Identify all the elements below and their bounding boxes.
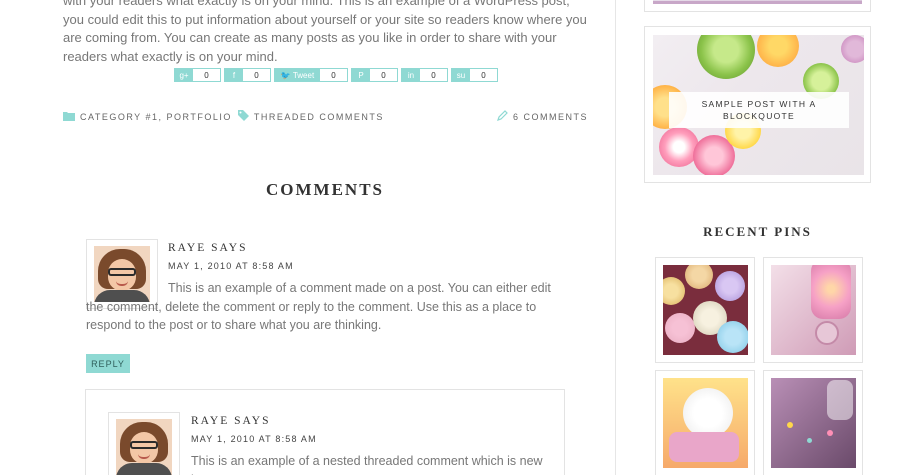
googleplus-icon: g+ <box>175 69 193 81</box>
nested-comment-author: RAYE SAYS <box>191 415 271 427</box>
stumbleupon-count: 0 <box>470 69 497 81</box>
post-body-text: with your readers what exactly is on you… <box>63 0 587 64</box>
comment-author: RAYE SAYS <box>168 242 248 254</box>
pin-thumbnail-2[interactable] <box>763 257 863 363</box>
pinterest-icon: P <box>352 69 370 81</box>
nested-comment-avatar <box>108 412 180 475</box>
pin-thumbnail-3[interactable] <box>655 370 755 475</box>
pin-image-2 <box>771 265 856 355</box>
comments-count: 6 COMMENTS <box>512 112 588 122</box>
post-tags[interactable]: THREADED COMMENTS <box>254 112 384 122</box>
pin-thumbnail-4[interactable] <box>763 370 863 475</box>
stumbleupon-share-button[interactable]: su 0 <box>451 68 498 82</box>
avatar-image <box>116 419 172 475</box>
pin-image-4 <box>771 378 856 468</box>
featured-post-title[interactable]: SAMPLE POST WITH A BLOCKQUOTE <box>669 92 849 128</box>
googleplus-share-button[interactable]: g+ 0 <box>174 68 221 82</box>
stumbleupon-icon: su <box>452 69 470 81</box>
column-divider <box>615 0 616 475</box>
featured-post-image: SAMPLE POST WITH A BLOCKQUOTE <box>653 35 864 175</box>
twitter-share-button[interactable]: 🐦 Tweet 0 <box>274 68 348 82</box>
nested-comment-text: This is an example of a nested threaded … <box>191 454 543 475</box>
recent-pins-heading: RECENT PINS <box>703 224 812 239</box>
comment-text: This is an example of a comment made on … <box>86 281 551 332</box>
post-categories[interactable]: CATEGORY #1, PORTFOLIO <box>80 112 232 122</box>
tag-icon <box>237 110 249 124</box>
nested-comment-date[interactable]: MAY 1, 2010 AT 8:58 AM <box>191 434 317 444</box>
twitter-count: 0 <box>320 69 347 81</box>
share-bar: g+ 0 f 0 🐦 Tweet 0 P 0 in 0 su 0 <box>174 68 498 82</box>
sidebar-featured-post[interactable]: SAMPLE POST WITH A BLOCKQUOTE <box>644 26 871 183</box>
comments-link[interactable]: 6 COMMENTS <box>497 110 588 124</box>
pinterest-share-button[interactable]: P 0 <box>351 68 398 82</box>
facebook-share-button[interactable]: f 0 <box>224 68 271 82</box>
sidebar-post-thumbnail[interactable] <box>644 0 871 12</box>
post-meta: CATEGORY #1, PORTFOLIO THREADED COMMENTS… <box>63 110 588 124</box>
comment-date[interactable]: MAY 1, 2010 AT 8:58 AM <box>168 261 294 271</box>
pin-image-1 <box>663 265 748 355</box>
pinterest-count: 0 <box>370 69 397 81</box>
pin-image-3 <box>663 378 748 468</box>
linkedin-share-button[interactable]: in 0 <box>401 68 448 82</box>
comments-heading: COMMENTS <box>266 180 384 199</box>
googleplus-count: 0 <box>193 69 220 81</box>
linkedin-count: 0 <box>420 69 447 81</box>
folder-icon <box>63 111 75 124</box>
pencil-icon <box>497 110 508 124</box>
linkedin-icon: in <box>402 69 420 81</box>
facebook-count: 0 <box>243 69 270 81</box>
reply-button[interactable]: REPLY <box>86 354 130 373</box>
facebook-icon: f <box>225 69 243 81</box>
pin-thumbnail-1[interactable] <box>655 257 755 363</box>
twitter-icon: 🐦 Tweet <box>275 69 320 81</box>
